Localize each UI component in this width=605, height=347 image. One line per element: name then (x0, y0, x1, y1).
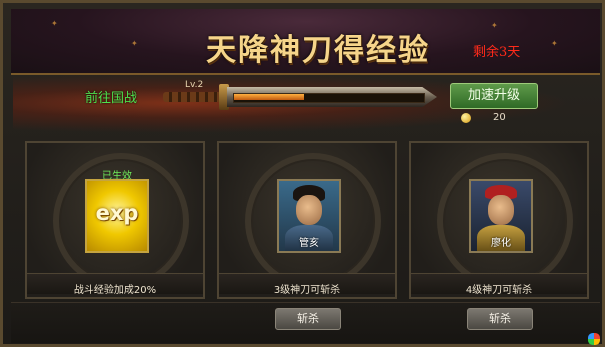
hero-face (488, 195, 514, 225)
firework-spark-icon: ✦ (551, 39, 558, 48)
days-remaining: 剩余3天 (473, 45, 521, 60)
hero-face (296, 195, 322, 225)
hero-portrait: 廖化 (469, 179, 533, 253)
speed-upgrade-button[interactable]: 加速升级 (450, 83, 538, 109)
coin-icon (461, 113, 471, 123)
firework-spark-icon: ✦ (51, 19, 58, 28)
progress-fill (234, 94, 304, 100)
exp-card: exp (85, 179, 149, 253)
kill-button-liaohua[interactable]: 斩杀 (467, 308, 533, 330)
exp-bonus-caption: 战斗经验加成20% (73, 285, 157, 296)
sword-handle (163, 92, 223, 102)
hero-panel-guanhai: 管亥 3级神刀可斩杀 (217, 141, 397, 299)
app-logo-icon (588, 333, 600, 345)
exp-bonus-panel: 已生效 exp 战斗经验加成20% (25, 141, 205, 299)
sword-level: Lv.2 (185, 80, 204, 90)
kill-requirement-caption: 3级神刀可斩杀 (273, 285, 341, 296)
hero-name: 廖化 (491, 238, 511, 249)
kill-button-guanhai[interactable]: 斩杀 (275, 308, 341, 330)
hero-portrait: 管亥 (277, 179, 341, 253)
event-title: 天降神刀得经验 (206, 33, 430, 68)
kill-requirement-caption: 4级神刀可斩杀 (465, 285, 533, 296)
hero-panel-liaohua: 廖化 4级神刀可斩杀 (409, 141, 589, 299)
upgrade-cost: 20 (493, 112, 506, 123)
exp-icon: exp (95, 201, 139, 225)
sword-progress-bar (163, 83, 443, 111)
event-window: ✦ ✦ ✦ ✦ 天降神刀得经验 剩余3天 前往国战 Lv.2 加速升级 20 已… (0, 0, 605, 347)
firework-spark-icon: ✦ (491, 21, 498, 30)
firework-spark-icon: ✦ (131, 39, 138, 48)
goto-national-war-link[interactable]: 前往国战 (85, 87, 137, 106)
hero-name: 管亥 (299, 238, 319, 249)
